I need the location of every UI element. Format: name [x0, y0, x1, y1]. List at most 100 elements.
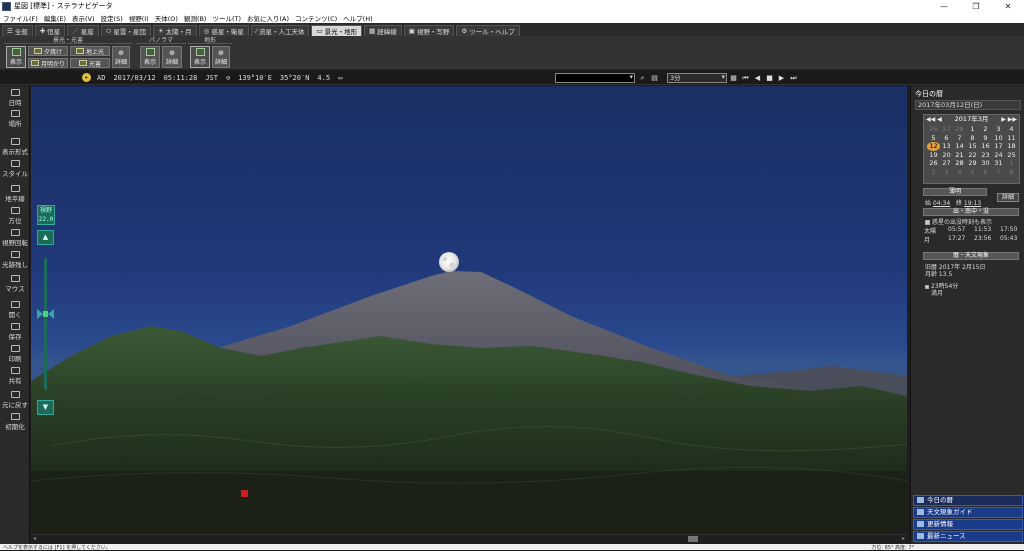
- calendar-day[interactable]: 3: [940, 168, 953, 177]
- calendar-day[interactable]: 7: [992, 168, 1005, 177]
- zoom-out-button[interactable]: ▼: [37, 400, 54, 415]
- menu-settings[interactable]: 設定(S): [101, 13, 123, 23]
- calendar-day[interactable]: 21: [953, 151, 966, 160]
- calendar-day[interactable]: 8: [966, 134, 979, 143]
- menu-favorites[interactable]: お気に入り(A): [247, 13, 289, 23]
- scroll-left-icon[interactable]: ◂: [33, 535, 36, 542]
- direction-button[interactable]: 方位: [0, 207, 30, 225]
- datetime-button[interactable]: 日時: [0, 89, 30, 107]
- planet-rise-checkbox[interactable]: 惑星の出没時刻も表示: [925, 217, 992, 226]
- zoom-slider-thumb[interactable]: [37, 309, 54, 319]
- panorama-detail-button[interactable]: ⊕ 詳細: [162, 46, 182, 68]
- scroll-right-icon[interactable]: ▸: [902, 535, 905, 542]
- undo-button[interactable]: 元に戻す: [0, 391, 30, 409]
- skip-forward-button[interactable]: ⏭: [789, 73, 798, 83]
- maximize-button[interactable]: ❐: [960, 2, 992, 11]
- calendar-day[interactable]: 27: [940, 125, 953, 134]
- landscape-detail-button[interactable]: ⊕ 詳細: [112, 46, 130, 68]
- longitude-field[interactable]: 139°10′E: [238, 74, 272, 82]
- calendar-day[interactable]: 6: [979, 168, 992, 177]
- calendar-day[interactable]: 28: [953, 159, 966, 168]
- object-search-box[interactable]: [555, 73, 635, 83]
- calendar-day[interactable]: 23: [979, 151, 992, 160]
- tab-constellations[interactable]: ⋰ 星座: [67, 25, 99, 36]
- calendar-day-today[interactable]: 12: [927, 142, 940, 151]
- horizon-button[interactable]: 地平線: [0, 185, 30, 203]
- menu-file[interactable]: ファイル(F): [3, 13, 38, 23]
- calendar-day[interactable]: 17: [992, 142, 1005, 151]
- menu-view[interactable]: 表示(V): [72, 13, 95, 23]
- calendar-day[interactable]: 29: [966, 159, 979, 168]
- calendar-day[interactable]: 1: [1005, 159, 1018, 168]
- calendar-day[interactable]: 30: [979, 159, 992, 168]
- calendar-day[interactable]: 10: [992, 134, 1005, 143]
- calendar-day[interactable]: 28: [953, 125, 966, 134]
- zoom-slider-track[interactable]: [44, 258, 47, 390]
- calendar-next-button[interactable]: ▶ ▶▶: [1001, 115, 1017, 124]
- display-mode-button[interactable]: 表示形式: [0, 138, 30, 156]
- menu-contents[interactable]: コンテンツ(C): [295, 13, 337, 23]
- terrain-display-button[interactable]: 表示: [190, 46, 210, 68]
- tab-grid[interactable]: ▦ 経緯線: [364, 25, 402, 36]
- share-button[interactable]: 共有: [0, 367, 30, 385]
- step-forward-button[interactable]: ▶: [777, 73, 786, 83]
- time-field[interactable]: 05:11:28: [164, 74, 198, 82]
- moonlight-button[interactable]: 月明かり: [28, 58, 68, 68]
- tab-fov[interactable]: ▣ 視野・写野: [403, 25, 455, 36]
- stop-button[interactable]: ■: [765, 73, 774, 83]
- panorama-display-button[interactable]: 表示: [140, 46, 160, 68]
- step-back-button[interactable]: ◀: [753, 73, 762, 83]
- magnitude-field[interactable]: 4.5: [317, 74, 330, 82]
- reset-button[interactable]: 初期化: [0, 413, 30, 431]
- calendar-day[interactable]: 4: [953, 168, 966, 177]
- calendar-day[interactable]: 19: [927, 151, 940, 160]
- news-astro-guide[interactable]: 天文現象ガイド: [913, 507, 1023, 518]
- calendar-day[interactable]: 1: [966, 125, 979, 134]
- latitude-field[interactable]: 35°20′N: [280, 74, 310, 82]
- tab-tools-help[interactable]: ⚙ ツール・ヘルプ: [456, 25, 520, 36]
- tab-planets[interactable]: ◎ 惑星・衛星: [198, 25, 249, 36]
- calendar-prev-button[interactable]: ◀◀ ◀: [926, 115, 942, 124]
- calendar-day[interactable]: 31: [992, 159, 1005, 168]
- calendar-day[interactable]: 20: [940, 151, 953, 160]
- time-step-select[interactable]: 3分: [667, 73, 727, 83]
- tab-general[interactable]: ☰ 全般: [2, 25, 33, 36]
- landscape-display-button[interactable]: 表示: [6, 46, 26, 68]
- play-icon[interactable]: ▸: [82, 73, 91, 82]
- tab-stars[interactable]: ✚ 恒星: [34, 25, 66, 36]
- display-list-icon[interactable]: ▤: [650, 73, 659, 83]
- calendar-day[interactable]: 5: [927, 134, 940, 143]
- calendar-day[interactable]: 5: [966, 168, 979, 177]
- date-field[interactable]: 2017/03/12: [113, 74, 155, 82]
- calendar-day[interactable]: 7: [953, 134, 966, 143]
- calendar-icon[interactable]: ▦: [729, 73, 738, 83]
- trail-button[interactable]: 光跡残し: [0, 251, 30, 269]
- open-button[interactable]: 開く: [0, 301, 30, 319]
- calendar-day[interactable]: 8: [1005, 168, 1018, 177]
- position-marker[interactable]: [241, 490, 248, 497]
- timezone[interactable]: JST: [205, 74, 218, 82]
- menu-fov[interactable]: 視野(I): [129, 13, 149, 23]
- calendar-day[interactable]: 27: [940, 159, 953, 168]
- style-button[interactable]: スタイル: [0, 160, 30, 178]
- horizontal-scrollbar[interactable]: ◂ ▸: [31, 534, 907, 543]
- skip-back-button[interactable]: ⏮: [741, 73, 750, 83]
- calendar-day[interactable]: 26: [927, 159, 940, 168]
- calendar-day[interactable]: 26: [927, 125, 940, 134]
- print-button[interactable]: 印刷: [0, 345, 30, 363]
- calendar-day[interactable]: 15: [966, 142, 979, 151]
- terrain-detail-button[interactable]: ⊕ 詳細: [212, 46, 230, 68]
- calendar-day[interactable]: 6: [940, 134, 953, 143]
- calendar-day[interactable]: 3: [992, 125, 1005, 134]
- calendar-day[interactable]: 25: [1005, 151, 1018, 160]
- mouse-button[interactable]: マウス: [0, 275, 30, 293]
- menu-help[interactable]: ヘルプ(H): [343, 13, 372, 23]
- news-latest[interactable]: 最新ニュース: [913, 531, 1023, 542]
- menu-tools[interactable]: ツール(T): [212, 13, 241, 23]
- menu-objects[interactable]: 天体(O): [155, 13, 178, 23]
- news-updates[interactable]: 更新情報: [913, 519, 1023, 530]
- calendar-day[interactable]: 18: [1005, 142, 1018, 151]
- fov-rotation-button[interactable]: 視野回転: [0, 229, 30, 247]
- tab-sun-moon[interactable]: ☀ 太陽・月: [152, 25, 197, 36]
- moon[interactable]: [439, 252, 459, 272]
